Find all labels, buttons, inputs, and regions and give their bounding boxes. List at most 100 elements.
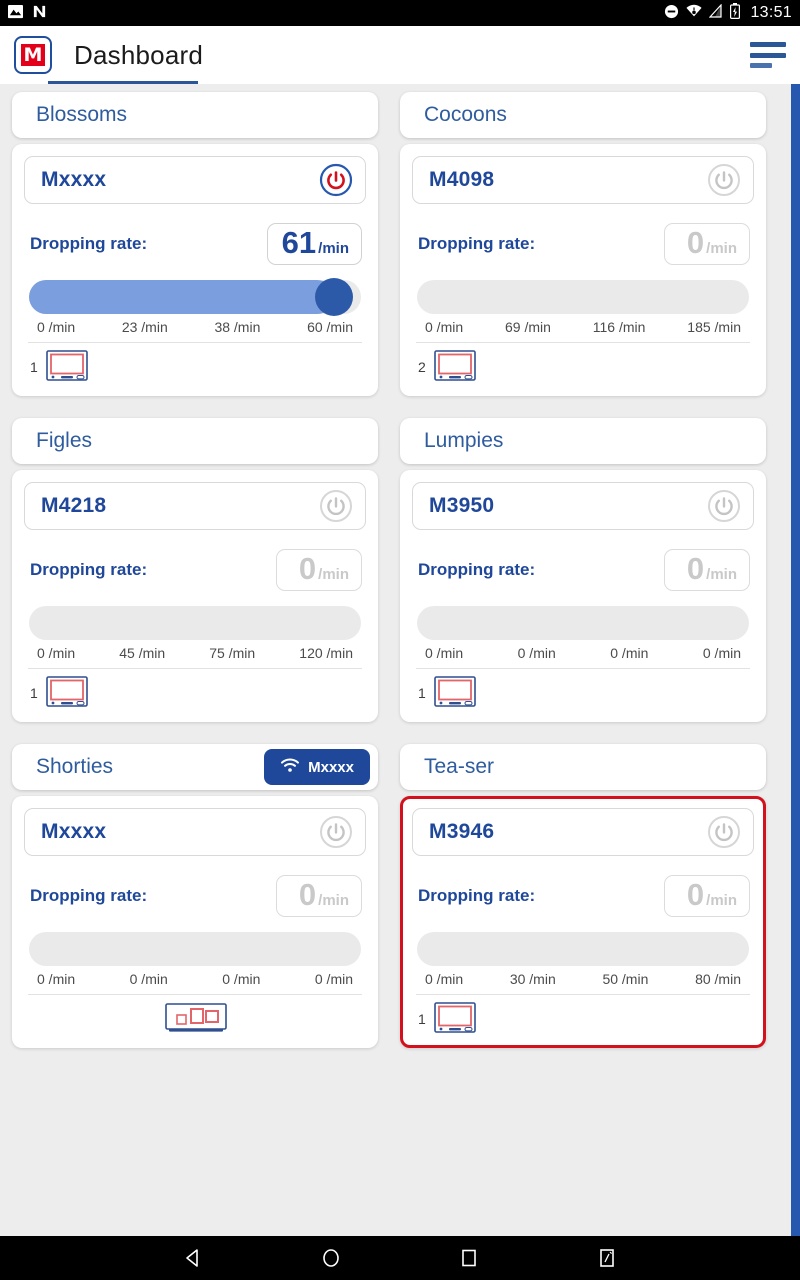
rate-slider[interactable]: 0 /min 23 /min 38 /min 60 /min	[24, 278, 366, 335]
rate-row: Dropping rate: 0 /min	[412, 874, 754, 918]
machine-name: Mxxxx	[41, 820, 107, 843]
device-count: 1	[30, 359, 38, 375]
group-header[interactable]: Blossoms	[12, 92, 378, 138]
rate-label: Dropping rate:	[30, 560, 148, 579]
machine-card: M3946 Dropping rate: 0 /min 0 /min 30 /m…	[400, 796, 766, 1048]
rate-value-box[interactable]: 61 /min	[266, 223, 362, 265]
slider-tick: 23 /min	[121, 319, 168, 335]
active-tab-underline	[48, 81, 198, 84]
machine-device-icon[interactable]	[433, 1002, 476, 1036]
recents-icon[interactable]	[454, 1243, 484, 1273]
status-bar-right-icons: 13:51	[664, 3, 792, 23]
rate-unit: /min	[706, 240, 737, 258]
slider-tick: 0 /min	[702, 645, 741, 661]
rate-slider[interactable]: 0 /min 45 /min 75 /min 120 /min	[24, 606, 366, 661]
rate-label: Dropping rate:	[418, 560, 536, 579]
group-title: Tea-ser	[424, 755, 495, 778]
rate-row: Dropping rate: 0 /min	[24, 548, 366, 592]
rate-slider[interactable]: 0 /min 30 /min 50 /min 80 /min	[412, 932, 754, 987]
machine-device-icon[interactable]	[433, 350, 476, 384]
machine-header[interactable]: M4098	[412, 156, 754, 204]
cellular-signal-icon	[709, 3, 723, 22]
hamburger-menu-icon[interactable]	[750, 42, 786, 68]
rate-row: Dropping rate: 0 /min	[412, 548, 754, 592]
power-icon[interactable]	[707, 163, 741, 197]
rate-value: 61	[281, 225, 317, 261]
group-header[interactable]: Lumpies	[400, 418, 766, 464]
group-shorties: Shorties Mxxxx Mxxxx Dropping rate: 0 /m…	[12, 744, 378, 1048]
do-not-disturb-icon	[664, 4, 679, 23]
rate-unit: /min	[318, 566, 349, 584]
slider-tick: 0 /min	[425, 971, 464, 987]
machine-device-icon[interactable]	[45, 676, 88, 710]
rate-row: Dropping rate: 61 /min	[24, 222, 366, 266]
slider-tick: 0 /min	[129, 971, 168, 987]
screenshot-icon[interactable]	[592, 1243, 622, 1273]
slider-tick: 69 /min	[504, 319, 551, 335]
slider-tick: 0 /min	[37, 645, 76, 661]
slider-tick: 0 /min	[37, 319, 76, 335]
status-bar-clock: 13:51	[750, 4, 792, 21]
status-bar: 13:51	[0, 0, 800, 26]
device-row: 1	[24, 669, 366, 712]
slider-track	[29, 932, 361, 966]
slider-tick: 116 /min	[592, 319, 646, 335]
group-header[interactable]: Shorties Mxxxx	[12, 744, 378, 790]
power-icon[interactable]	[319, 489, 353, 523]
group-header[interactable]: Figles	[12, 418, 378, 464]
device-count: 2	[418, 359, 426, 375]
slider-knob[interactable]	[315, 278, 354, 316]
rate-value-box[interactable]: 0 /min	[276, 875, 362, 917]
rate-slider[interactable]: 0 /min 0 /min 0 /min 0 /min	[412, 606, 754, 661]
rate-value-box[interactable]: 0 /min	[664, 223, 750, 265]
group-grid: Blossoms Mxxxx Dropping rate: 61 /min 0 …	[12, 92, 788, 1070]
vertical-scrollbar[interactable]	[791, 84, 800, 1236]
home-icon[interactable]	[316, 1243, 346, 1273]
rate-slider[interactable]: 0 /min 69 /min 116 /min 185 /min	[412, 280, 754, 335]
group-cocoons: Cocoons M4098 Dropping rate: 0 /min 0 /m…	[400, 92, 766, 396]
multi-station-device-icon[interactable]	[165, 1002, 227, 1036]
group-header[interactable]: Cocoons	[400, 92, 766, 138]
group-header[interactable]: Tea-ser	[400, 744, 766, 790]
rate-value-box[interactable]: 0 /min	[276, 549, 362, 591]
machine-header[interactable]: Mxxxx	[24, 156, 366, 204]
machine-header[interactable]: M3946	[412, 808, 754, 856]
power-icon[interactable]	[319, 163, 353, 197]
machine-header[interactable]: Mxxxx	[24, 808, 366, 856]
machine-device-icon[interactable]	[45, 350, 88, 384]
slider-ticks: 0 /min 69 /min 116 /min 185 /min	[417, 319, 749, 335]
group-title: Figles	[36, 429, 93, 452]
machine-header[interactable]: M3950	[412, 482, 754, 530]
rate-value-box[interactable]: 0 /min	[664, 549, 750, 591]
machine-name: M4098	[429, 168, 495, 191]
slider-tick: 80 /min	[695, 971, 741, 987]
rate-value-box[interactable]: 0 /min	[664, 875, 750, 917]
rate-value: 0	[298, 877, 317, 913]
wifi-badge-label: Mxxxx	[308, 758, 354, 776]
slider-tick: 30 /min	[509, 971, 556, 987]
rate-label: Dropping rate:	[418, 886, 536, 905]
hamburger-bar-1	[750, 42, 786, 47]
device-count: 1	[30, 685, 38, 701]
slider-tick: 75 /min	[209, 645, 256, 661]
power-icon[interactable]	[707, 815, 741, 849]
slider-tick: 0 /min	[314, 971, 353, 987]
rate-value: 0	[298, 551, 317, 587]
slider-track	[417, 280, 749, 314]
group-title: Shorties	[36, 755, 114, 778]
wifi-badge[interactable]: Mxxxx	[264, 749, 370, 785]
device-count: 1	[418, 1011, 426, 1027]
rate-slider[interactable]: 0 /min 0 /min 0 /min 0 /min	[24, 932, 366, 987]
back-icon[interactable]	[178, 1243, 208, 1273]
slider-ticks: 0 /min 0 /min 0 /min 0 /min	[29, 971, 361, 987]
slider-tick: 0 /min	[37, 971, 76, 987]
machine-header[interactable]: M4218	[24, 482, 366, 530]
slider-ticks: 0 /min 45 /min 75 /min 120 /min	[29, 645, 361, 661]
phone-screen: 13:51 M Dashboard Blossoms Mxxxx Droppin…	[0, 0, 800, 1280]
slider-tick: 0 /min	[517, 645, 556, 661]
power-icon[interactable]	[707, 489, 741, 523]
machine-card: M4098 Dropping rate: 0 /min 0 /min 69 /m…	[400, 144, 766, 396]
rate-unit: /min	[318, 240, 349, 258]
machine-device-icon[interactable]	[433, 676, 476, 710]
power-icon[interactable]	[319, 815, 353, 849]
